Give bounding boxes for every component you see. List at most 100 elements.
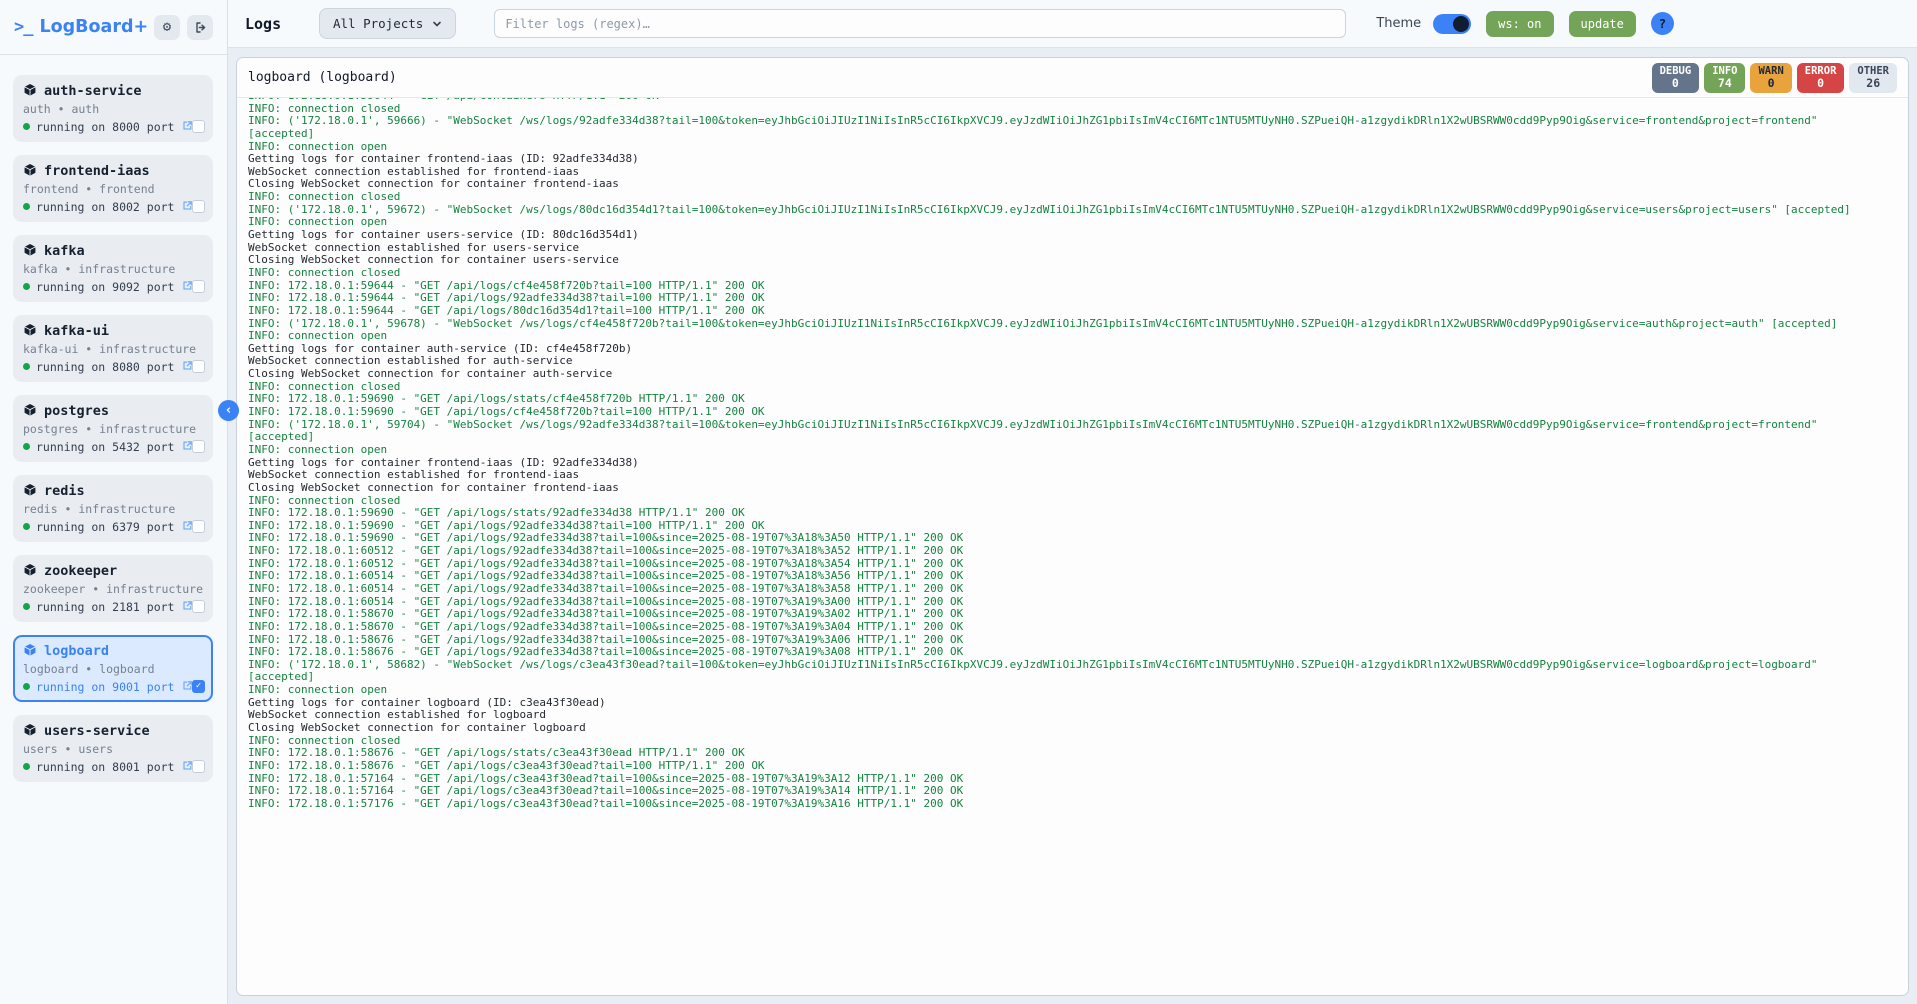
topbar: Logs All Projects Theme ws: on update ? <box>228 0 1917 48</box>
project-filter-dropdown[interactable]: All Projects <box>319 8 456 39</box>
badge-label: ERROR <box>1805 65 1837 77</box>
service-subtitle: auth • auth <box>23 102 203 117</box>
service-card-kafka[interactable]: kafkakafka • infrastructurerunning on 90… <box>13 235 213 302</box>
status-dot-icon <box>23 443 30 450</box>
service-checkbox[interactable]: ✓ <box>192 680 205 693</box>
badge-label: WARN <box>1758 65 1783 77</box>
service-card-redis[interactable]: redisredis • infrastructurerunning on 63… <box>13 475 213 542</box>
service-checkbox[interactable] <box>192 360 205 373</box>
service-list: auth-serviceauth • authrunning on 8000 p… <box>0 55 227 782</box>
service-subtitle: postgres • infrastructure <box>23 422 203 437</box>
service-card-zookeeper[interactable]: zookeeperzookeeper • infrastructurerunni… <box>13 555 213 622</box>
service-name: frontend-iaas <box>44 163 150 179</box>
update-button[interactable]: update <box>1569 11 1636 37</box>
service-name: kafka <box>44 243 85 259</box>
service-card-kafka-ui[interactable]: kafka-uikafka-ui • infrastructurerunning… <box>13 315 213 382</box>
service-card-logboard[interactable]: logboard logboard • logboard running on 90… <box>13 635 213 702</box>
badge-label: INFO <box>1712 65 1737 77</box>
service-checkbox[interactable] <box>192 760 205 773</box>
service-status: running on 8001 port <box>23 759 203 774</box>
package-cube-icon <box>23 242 37 261</box>
status-dot-icon <box>23 603 30 610</box>
service-checkbox[interactable] <box>192 120 205 133</box>
badge-debug[interactable]: DEBUG0 <box>1652 63 1700 93</box>
service-status: running on 9001 port <box>23 679 203 694</box>
app-title: LogBoard+ <box>39 17 148 37</box>
badge-other[interactable]: OTHER26 <box>1849 63 1897 93</box>
sidebar: >_ LogBoard+ ⚙ auth-service auth • auth ru… <box>0 0 228 1004</box>
log-level-badges: DEBUG0INFO74WARN0ERROR0OTHER26 <box>1652 63 1897 93</box>
service-card-users-service[interactable]: users-serviceusers • usersrunning on 800… <box>13 715 213 782</box>
log-line: INFO: 172.18.0.1:59690 - "GET /api/logs/… <box>248 507 1897 520</box>
service-name: logboard <box>44 643 109 659</box>
terminal-prompt-icon: >_ <box>14 17 32 37</box>
log-line: INFO: ('172.18.0.1', 59704) - "WebSocket… <box>248 419 1897 432</box>
theme-toggle[interactable] <box>1433 14 1471 34</box>
badge-count: 74 <box>1712 77 1737 90</box>
page-title: Logs <box>245 15 292 33</box>
service-subtitle: logboard • logboard <box>23 662 203 677</box>
service-checkbox[interactable] <box>192 440 205 453</box>
log-line: INFO: 172.18.0.1:60512 - "GET /api/logs/… <box>248 545 1897 558</box>
service-checkbox[interactable] <box>192 280 205 293</box>
question-mark-icon: ? <box>1659 16 1667 31</box>
service-status-text: running on 6379 port <box>36 520 174 534</box>
service-status-text: running on 2181 port <box>36 600 174 614</box>
sidebar-collapse-button[interactable]: ‹ <box>218 400 239 421</box>
service-status: running on 9092 port <box>23 279 203 294</box>
service-status: running on 8080 port <box>23 359 203 374</box>
log-output[interactable]: INFO: 172.18.0.1:59644 - "GET /api/conta… <box>237 98 1908 996</box>
log-line: Closing WebSocket connection for contain… <box>248 368 1897 381</box>
badge-count: 0 <box>1805 77 1837 90</box>
badge-count: 0 <box>1660 77 1692 90</box>
service-status-text: running on 8080 port <box>36 360 174 374</box>
service-name: postgres <box>44 403 109 419</box>
badge-count: 0 <box>1758 77 1783 90</box>
service-subtitle: frontend • frontend <box>23 182 203 197</box>
service-name: auth-service <box>44 83 142 99</box>
status-dot-icon <box>23 683 30 690</box>
websocket-toggle-button[interactable]: ws: on <box>1486 11 1553 37</box>
status-dot-icon <box>23 123 30 130</box>
settings-button[interactable]: ⚙ <box>154 15 180 40</box>
service-checkbox[interactable] <box>192 520 205 533</box>
log-line: INFO: 172.18.0.1:57164 - "GET /api/logs/… <box>248 785 1897 798</box>
log-line: Closing WebSocket connection for contain… <box>248 178 1897 191</box>
service-card-postgres[interactable]: postgrespostgres • infrastructurerunning… <box>13 395 213 462</box>
service-status-text: running on 8001 port <box>36 760 174 774</box>
help-button[interactable]: ? <box>1651 12 1674 35</box>
service-status-text: running on 9092 port <box>36 280 174 294</box>
log-line: INFO: 172.18.0.1:58670 - "GET /api/logs/… <box>248 621 1897 634</box>
logout-button[interactable] <box>187 15 213 40</box>
package-cube-icon <box>23 482 37 501</box>
status-dot-icon <box>23 283 30 290</box>
log-panel-header: logboard (logboard) DEBUG0INFO74WARN0ERR… <box>237 58 1908 98</box>
log-line: INFO: 172.18.0.1:58676 - "GET /api/logs/… <box>248 646 1897 659</box>
service-checkbox[interactable] <box>192 600 205 613</box>
log-line: INFO: 172.18.0.1:59690 - "GET /api/logs/… <box>248 406 1897 419</box>
gear-icon: ⚙ <box>163 19 171 35</box>
log-line: Closing WebSocket connection for contain… <box>248 254 1897 267</box>
service-subtitle: kafka-ui • infrastructure <box>23 342 203 357</box>
service-card-frontend-iaas[interactable]: frontend-iaas frontend • frontend running … <box>13 155 213 222</box>
badge-error[interactable]: ERROR0 <box>1797 63 1845 93</box>
log-filter-input[interactable] <box>494 9 1346 38</box>
service-status-text: running on 8002 port <box>36 200 174 214</box>
log-lines-container: INFO: 172.18.0.1:59644 - "GET /api/conta… <box>248 98 1897 811</box>
log-line: Closing WebSocket connection for contain… <box>248 482 1897 495</box>
package-cube-icon <box>23 322 37 341</box>
badge-info[interactable]: INFO74 <box>1704 63 1745 93</box>
service-name: zookeeper <box>44 563 117 579</box>
badge-warn[interactable]: WARN0 <box>1750 63 1791 93</box>
status-dot-icon <box>23 363 30 370</box>
service-status: running on 6379 port <box>23 519 203 534</box>
log-line: INFO: connection open <box>248 330 1897 343</box>
log-line: INFO: connection closed <box>248 267 1897 280</box>
service-card-auth-service[interactable]: auth-serviceauth • authrunning on 8000 p… <box>13 75 213 142</box>
log-line: INFO: 172.18.0.1:59644 - "GET /api/logs/… <box>248 305 1897 318</box>
service-name: users-service <box>44 723 150 739</box>
service-checkbox[interactable] <box>192 200 205 213</box>
log-line: INFO: 172.18.0.1:59644 - "GET /api/logs/… <box>248 292 1897 305</box>
package-cube-icon <box>23 562 37 581</box>
badge-label: DEBUG <box>1660 65 1692 77</box>
